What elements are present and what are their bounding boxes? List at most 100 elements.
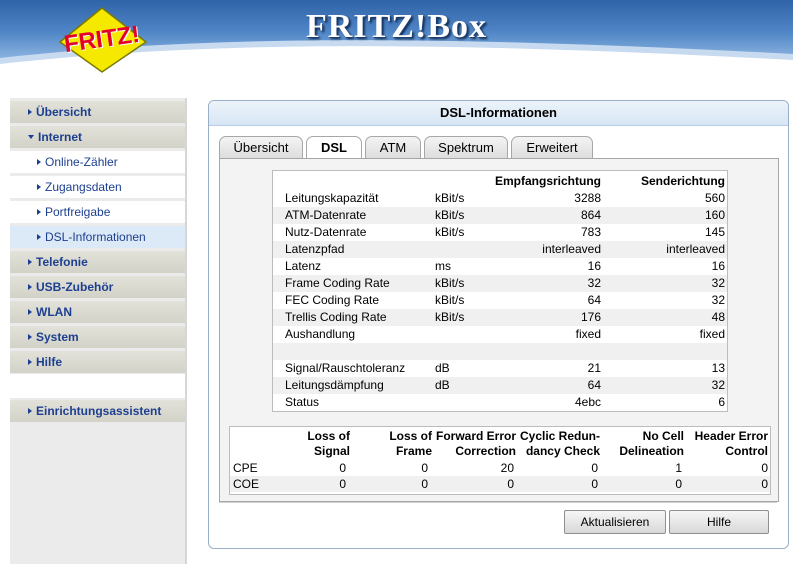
row-value: 1 bbox=[675, 461, 682, 475]
row-value: 0 bbox=[761, 461, 768, 475]
row-tx: 6 bbox=[718, 395, 725, 409]
row-tx: 48 bbox=[711, 310, 725, 324]
row-rx: 21 bbox=[587, 361, 601, 375]
help-button[interactable]: Hilfe bbox=[669, 510, 769, 534]
sidebar-item-label: USB-Zubehör bbox=[36, 280, 114, 294]
row-name: Latenz bbox=[285, 259, 322, 273]
sidebar-item-wlan[interactable]: WLAN bbox=[10, 301, 185, 323]
arrow-right-icon bbox=[28, 334, 32, 341]
table-row: Frame Coding Rate kBit/s 32 32 bbox=[273, 275, 727, 292]
tab-dsl[interactable]: DSL bbox=[306, 136, 362, 160]
sidebar-item-dsl-informationen[interactable]: DSL-Informationen bbox=[10, 226, 185, 248]
sidebar-item-label: Zugangsdaten bbox=[45, 180, 122, 194]
sidebar-item-online-zaehler[interactable]: Online-Zähler bbox=[10, 151, 185, 173]
sidebar-item-label: Telefonie bbox=[36, 255, 88, 269]
column-header-loss-of-frame: Loss of Frame bbox=[389, 429, 432, 459]
row-value: 0 bbox=[675, 477, 682, 491]
sidebar-item-internet[interactable]: Internet bbox=[10, 126, 185, 148]
fritz-logo[interactable]: FRITZ! bbox=[52, 6, 152, 74]
row-unit: kBit/s bbox=[435, 276, 465, 290]
row-value: 0 bbox=[507, 477, 514, 491]
row-rx: 3288 bbox=[574, 191, 601, 205]
header-line: Cyclic Redun- bbox=[519, 429, 600, 443]
main-panel: DSL-Informationen Übersicht DSL ATM Spek… bbox=[208, 100, 789, 549]
row-tx: 16 bbox=[711, 259, 725, 273]
row-rx: 4ebc bbox=[574, 395, 601, 409]
sidebar-item-label: Portfreigabe bbox=[45, 205, 111, 219]
row-name: Leitungsdämpfung bbox=[285, 378, 384, 392]
header-banner: FRITZ!Box FRITZ! bbox=[0, 0, 793, 80]
table-row: CPE 0 0 20 0 1 0 bbox=[230, 460, 770, 476]
header-line: Forward Error bbox=[435, 429, 516, 443]
header-line: Frame bbox=[395, 444, 432, 458]
tab-atm[interactable]: ATM bbox=[365, 136, 421, 159]
header-line: dancy Check bbox=[525, 444, 600, 458]
button-bar-divider bbox=[219, 502, 777, 503]
row-name: Signal/Rauschtoleranz bbox=[285, 361, 406, 375]
dsl-info-table: Empfangsrichtung Senderichtung Leitungsk… bbox=[272, 170, 728, 412]
row-rx: 64 bbox=[587, 293, 601, 307]
header-line: No Cell bbox=[642, 429, 684, 443]
row-name: COE bbox=[233, 477, 260, 491]
header-line: Loss of bbox=[389, 429, 432, 443]
sidebar-item-zugangsdaten[interactable]: Zugangsdaten bbox=[10, 176, 185, 198]
table-row: Status 4ebc 6 bbox=[273, 394, 727, 411]
row-name: Status bbox=[285, 395, 320, 409]
header-line: Header Error bbox=[694, 429, 768, 443]
arrow-right-icon bbox=[37, 209, 41, 216]
table-row: Aushandlung fixed fixed bbox=[273, 326, 727, 343]
table-row: ATM-Datenrate kBit/s 864 160 bbox=[273, 207, 727, 224]
row-value: 0 bbox=[421, 477, 428, 491]
sidebar-item-hilfe[interactable]: Hilfe bbox=[10, 351, 185, 373]
column-header-loss-of-signal: Loss of Signal bbox=[307, 429, 350, 459]
refresh-button[interactable]: Aktualisieren bbox=[564, 510, 666, 534]
sidebar-item-system[interactable]: System bbox=[10, 326, 185, 348]
row-unit: dB bbox=[435, 378, 450, 392]
row-tx: 32 bbox=[711, 293, 725, 307]
row-name: FEC Coding Rate bbox=[285, 293, 380, 307]
sidebar-item-usb-zubehoer[interactable]: USB-Zubehör bbox=[10, 276, 185, 298]
column-header-tx: Senderichtung bbox=[640, 174, 725, 188]
arrow-right-icon bbox=[28, 109, 32, 116]
sidebar-item-einrichtungsassistent[interactable]: Einrichtungsassistent bbox=[10, 400, 185, 422]
column-header-ncd: No Cell Delineation bbox=[619, 429, 684, 459]
sidebar-item-portfreigabe[interactable]: Portfreigabe bbox=[10, 201, 185, 223]
tab-spektrum[interactable]: Spektrum bbox=[424, 136, 508, 159]
table-row: FEC Coding Rate kBit/s 64 32 bbox=[273, 292, 727, 309]
sidebar-item-label: Internet bbox=[38, 130, 83, 144]
row-rx: 64 bbox=[587, 378, 601, 392]
table-row: Latenz ms 16 16 bbox=[273, 258, 727, 275]
header-line: Signal bbox=[313, 444, 350, 458]
row-name: Aushandlung bbox=[285, 327, 356, 341]
row-unit: kBit/s bbox=[435, 310, 465, 324]
row-name: Frame Coding Rate bbox=[285, 276, 390, 290]
tab-erweitert[interactable]: Erweitert bbox=[511, 136, 593, 159]
header-line: Control bbox=[725, 444, 768, 458]
row-rx: interleaved bbox=[542, 242, 601, 256]
sidebar-item-uebersicht[interactable]: Übersicht bbox=[10, 101, 185, 123]
row-value: 0 bbox=[421, 461, 428, 475]
tab-uebersicht[interactable]: Übersicht bbox=[219, 136, 303, 159]
table-row: Leitungskapazität kBit/s 3288 560 bbox=[273, 190, 727, 207]
table-row: Leitungsdämpfung dB 64 32 bbox=[273, 377, 727, 394]
row-value: 0 bbox=[339, 477, 346, 491]
row-value: 0 bbox=[591, 477, 598, 491]
row-rx: fixed bbox=[575, 327, 601, 341]
row-value: 0 bbox=[761, 477, 768, 491]
row-tx: 32 bbox=[711, 276, 725, 290]
row-name: ATM-Datenrate bbox=[285, 208, 367, 222]
row-rx: 176 bbox=[580, 310, 601, 324]
column-header-crc: Cyclic Redun-dancy Check bbox=[520, 429, 600, 459]
table-row: COE 0 0 0 0 0 0 bbox=[230, 476, 770, 492]
row-value: 20 bbox=[500, 461, 514, 475]
arrow-right-icon bbox=[28, 259, 32, 266]
sidebar-item-label: Hilfe bbox=[36, 355, 63, 369]
arrow-right-icon bbox=[28, 284, 32, 291]
sidebar-item-telefonie[interactable]: Telefonie bbox=[10, 251, 185, 273]
page-title: DSL-Informationen bbox=[209, 101, 788, 126]
table-row: Latenzpfad interleaved interleaved bbox=[273, 241, 727, 258]
row-rx: 32 bbox=[587, 276, 601, 290]
sidebar-nav: Übersicht Internet Online-Zähler Zugangs… bbox=[10, 98, 187, 564]
header-line: Correction bbox=[455, 444, 516, 458]
arrow-right-icon bbox=[37, 184, 41, 191]
